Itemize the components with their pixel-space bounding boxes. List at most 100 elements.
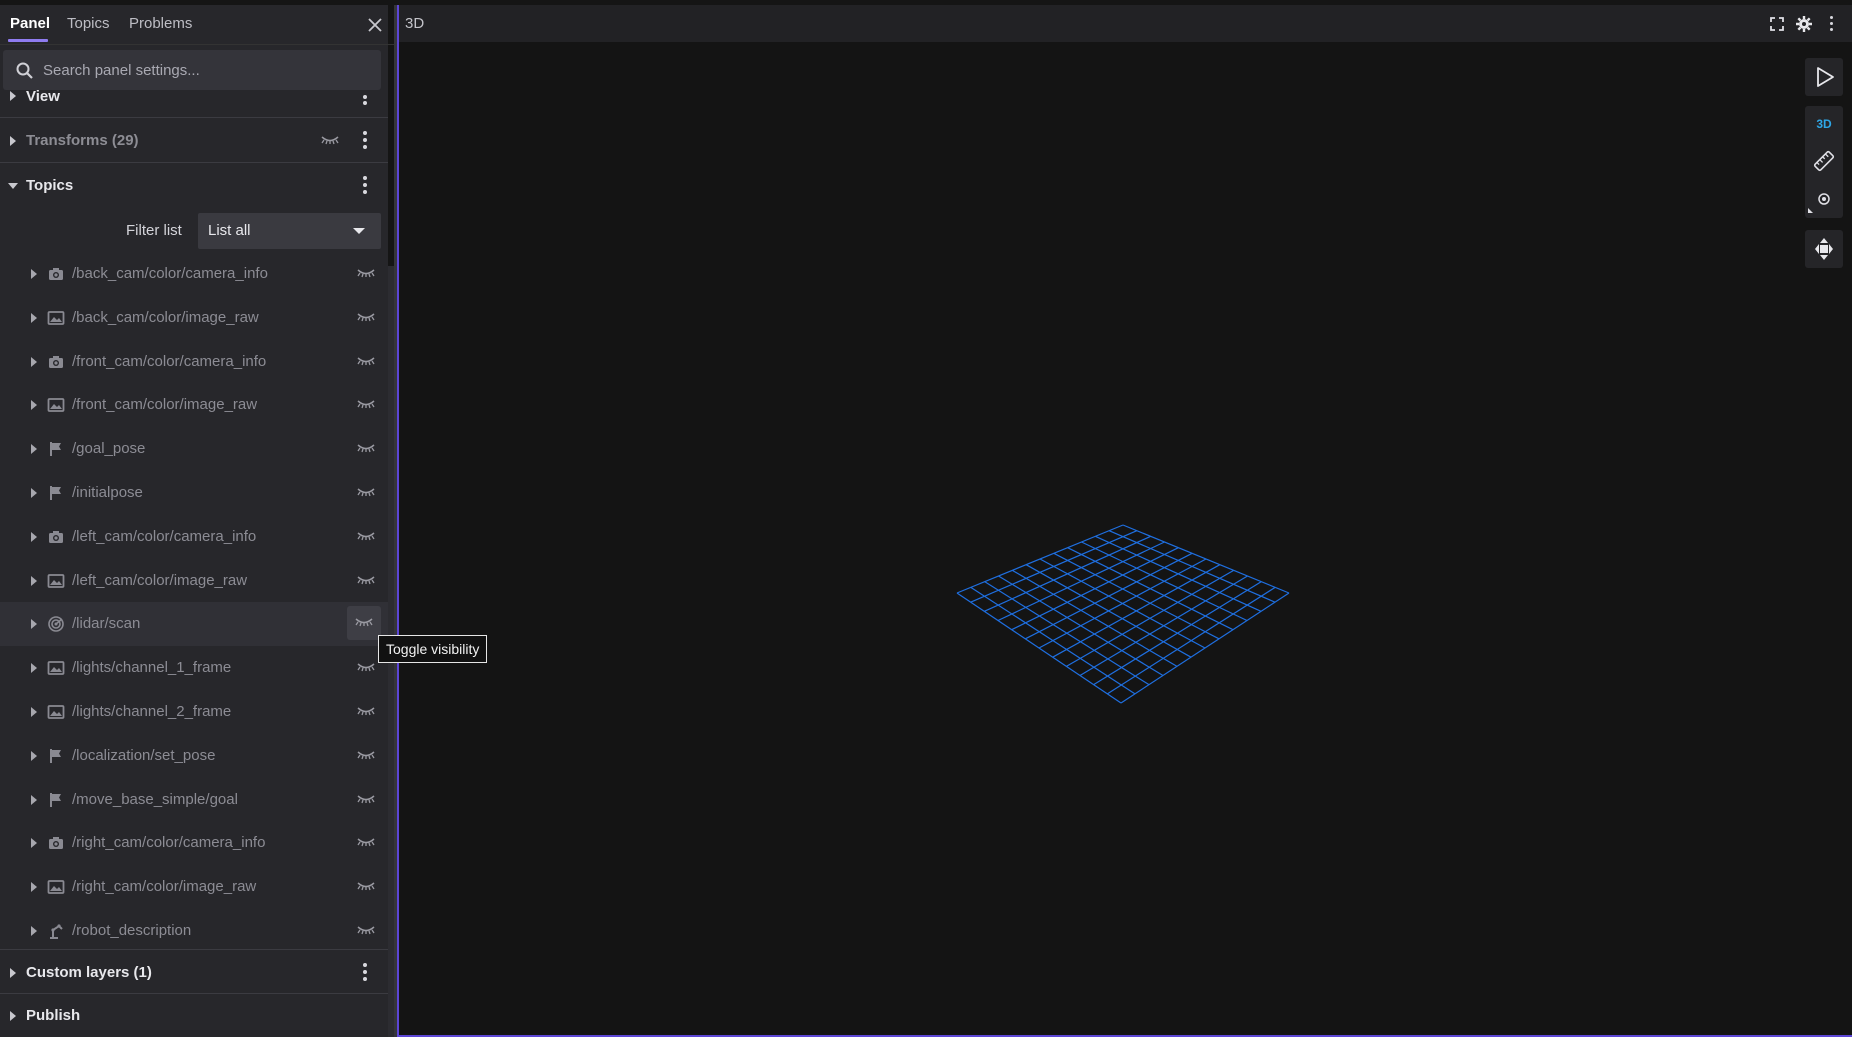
toggle-visibility-button[interactable] bbox=[350, 439, 382, 459]
view-more-icon[interactable] bbox=[356, 91, 374, 109]
publish-point-icon[interactable] bbox=[1805, 180, 1843, 218]
topic-row[interactable]: /lidar/scan bbox=[0, 602, 388, 646]
toggle-visibility-button[interactable] bbox=[350, 395, 382, 415]
3d-panel[interactable]: 3D 3D bbox=[397, 5, 1852, 1037]
camera-icon bbox=[47, 265, 65, 283]
topic-row[interactable]: /front_cam/color/camera_info bbox=[0, 340, 388, 384]
topic-row[interactable]: /left_cam/color/image_raw bbox=[0, 559, 388, 603]
topic-row[interactable]: /right_cam/color/camera_info bbox=[0, 821, 388, 865]
filter-list-select[interactable]: List all bbox=[198, 213, 381, 249]
topic-name: /right_cam/color/image_raw bbox=[72, 878, 257, 895]
expand-caret-icon bbox=[10, 1011, 16, 1021]
custom-layers-more-icon[interactable] bbox=[356, 963, 374, 981]
topic-row[interactable]: /back_cam/color/camera_info bbox=[0, 252, 388, 296]
toggle-visibility-button[interactable] bbox=[350, 921, 382, 941]
topic-name: /back_cam/color/image_raw bbox=[72, 309, 259, 326]
settings-sidebar: Panel Topics Problems View bbox=[0, 5, 394, 1037]
toggle-visibility-button[interactable] bbox=[350, 877, 382, 897]
search-box[interactable] bbox=[3, 50, 381, 90]
ruler-icon[interactable] bbox=[1805, 142, 1843, 180]
topic-row[interactable]: /localization/set_pose bbox=[0, 734, 388, 778]
toggle-visibility-button[interactable] bbox=[350, 308, 382, 328]
section-publish[interactable]: Publish bbox=[0, 994, 388, 1037]
toggle-visibility-tooltip: Toggle visibility bbox=[378, 635, 488, 663]
topic-name: /front_cam/color/image_raw bbox=[72, 396, 258, 413]
expand-caret-icon[interactable] bbox=[31, 357, 37, 367]
section-view[interactable]: View bbox=[0, 88, 388, 118]
topic-name: /robot_description bbox=[72, 922, 192, 939]
toggle-visibility-button[interactable] bbox=[350, 527, 382, 547]
toggle-visibility-button[interactable] bbox=[350, 833, 382, 853]
toggle-visibility-button[interactable] bbox=[350, 746, 382, 766]
section-topics-label: Topics bbox=[26, 177, 74, 194]
filter-list-value: List all bbox=[208, 222, 251, 239]
expand-caret-icon bbox=[10, 968, 16, 978]
expand-caret-icon[interactable] bbox=[31, 269, 37, 279]
section-custom-layers[interactable]: Custom layers (1) bbox=[0, 949, 388, 994]
panel-more-icon[interactable] bbox=[1823, 15, 1841, 33]
collapse-caret-icon bbox=[10, 91, 16, 101]
toggle-visibility-button[interactable] bbox=[347, 606, 381, 640]
select-tool-button[interactable] bbox=[1805, 58, 1843, 96]
topic-list: /back_cam/color/camera_info/back_cam/col… bbox=[0, 252, 388, 949]
section-transforms[interactable]: Transforms (29) bbox=[0, 118, 388, 163]
expand-caret-icon[interactable] bbox=[31, 532, 37, 542]
topic-row[interactable]: /initialpose bbox=[0, 471, 388, 515]
follow-mode-button[interactable] bbox=[1805, 230, 1843, 268]
expand-caret-icon[interactable] bbox=[31, 795, 37, 805]
expand-caret-icon[interactable] bbox=[31, 619, 37, 629]
dropdown-arrow-icon bbox=[353, 228, 365, 234]
expand-caret-icon[interactable] bbox=[31, 707, 37, 717]
topic-row[interactable]: /robot_description bbox=[0, 909, 388, 953]
tab-topics[interactable]: Topics bbox=[67, 15, 110, 32]
expand-caret-icon[interactable] bbox=[31, 882, 37, 892]
settings-gear-icon[interactable] bbox=[1795, 15, 1813, 33]
toggle-visibility-button[interactable] bbox=[350, 790, 382, 810]
expand-caret-icon[interactable] bbox=[31, 400, 37, 410]
expand-caret-icon[interactable] bbox=[31, 313, 37, 323]
transforms-more-icon[interactable] bbox=[356, 131, 374, 149]
topic-row[interactable]: /lights/channel_2_frame bbox=[0, 690, 388, 734]
expand-caret-icon[interactable] bbox=[31, 838, 37, 848]
expand-caret-icon[interactable] bbox=[31, 751, 37, 761]
toggle-3d-button[interactable]: 3D bbox=[1805, 106, 1843, 142]
expand-caret-icon bbox=[10, 136, 16, 146]
close-sidebar-button[interactable] bbox=[366, 16, 384, 34]
topic-row[interactable]: /front_cam/color/image_raw bbox=[0, 383, 388, 427]
eye-closed-icon bbox=[357, 926, 375, 935]
eye-closed-icon[interactable] bbox=[320, 135, 340, 145]
tab-problems[interactable]: Problems bbox=[129, 15, 192, 32]
image-icon bbox=[47, 572, 65, 590]
section-topics[interactable]: Topics bbox=[0, 163, 388, 207]
topic-row[interactable]: /right_cam/color/image_raw bbox=[0, 865, 388, 909]
eye-closed-icon bbox=[357, 663, 375, 672]
cursor-arrow-icon bbox=[1817, 67, 1834, 87]
panel-title: 3D bbox=[405, 15, 425, 32]
expand-caret-icon[interactable] bbox=[31, 488, 37, 498]
toggle-visibility-button[interactable] bbox=[350, 264, 382, 284]
toggle-visibility-button[interactable] bbox=[350, 571, 382, 591]
toggle-visibility-button[interactable] bbox=[350, 702, 382, 722]
expand-caret-icon[interactable] bbox=[31, 663, 37, 673]
image-icon bbox=[47, 878, 65, 896]
expand-caret-icon[interactable] bbox=[31, 576, 37, 586]
tab-panel[interactable]: Panel bbox=[10, 15, 50, 32]
section-custom-layers-label: Custom layers (1) bbox=[26, 964, 152, 981]
search-input[interactable] bbox=[43, 50, 373, 90]
fullscreen-icon[interactable] bbox=[1768, 15, 1786, 33]
topic-name: /lidar/scan bbox=[72, 615, 141, 632]
toggle-visibility-button[interactable] bbox=[350, 483, 382, 503]
topic-row[interactable]: /goal_pose bbox=[0, 427, 388, 471]
topic-row[interactable]: /back_cam/color/image_raw bbox=[0, 296, 388, 340]
expand-caret-icon[interactable] bbox=[31, 444, 37, 454]
eye-closed-icon bbox=[357, 444, 375, 453]
robot-arm-icon bbox=[47, 922, 65, 940]
toggle-visibility-button[interactable] bbox=[350, 352, 382, 372]
expand-caret-icon[interactable] bbox=[31, 926, 37, 936]
topic-row[interactable]: /lights/channel_1_frame bbox=[0, 646, 388, 690]
topic-name: /goal_pose bbox=[72, 440, 146, 457]
topics-more-icon[interactable] bbox=[356, 176, 374, 194]
topic-row[interactable]: /left_cam/color/camera_info bbox=[0, 515, 388, 559]
topic-name: /left_cam/color/camera_info bbox=[72, 528, 257, 545]
topic-row[interactable]: /move_base_simple/goal bbox=[0, 778, 388, 822]
